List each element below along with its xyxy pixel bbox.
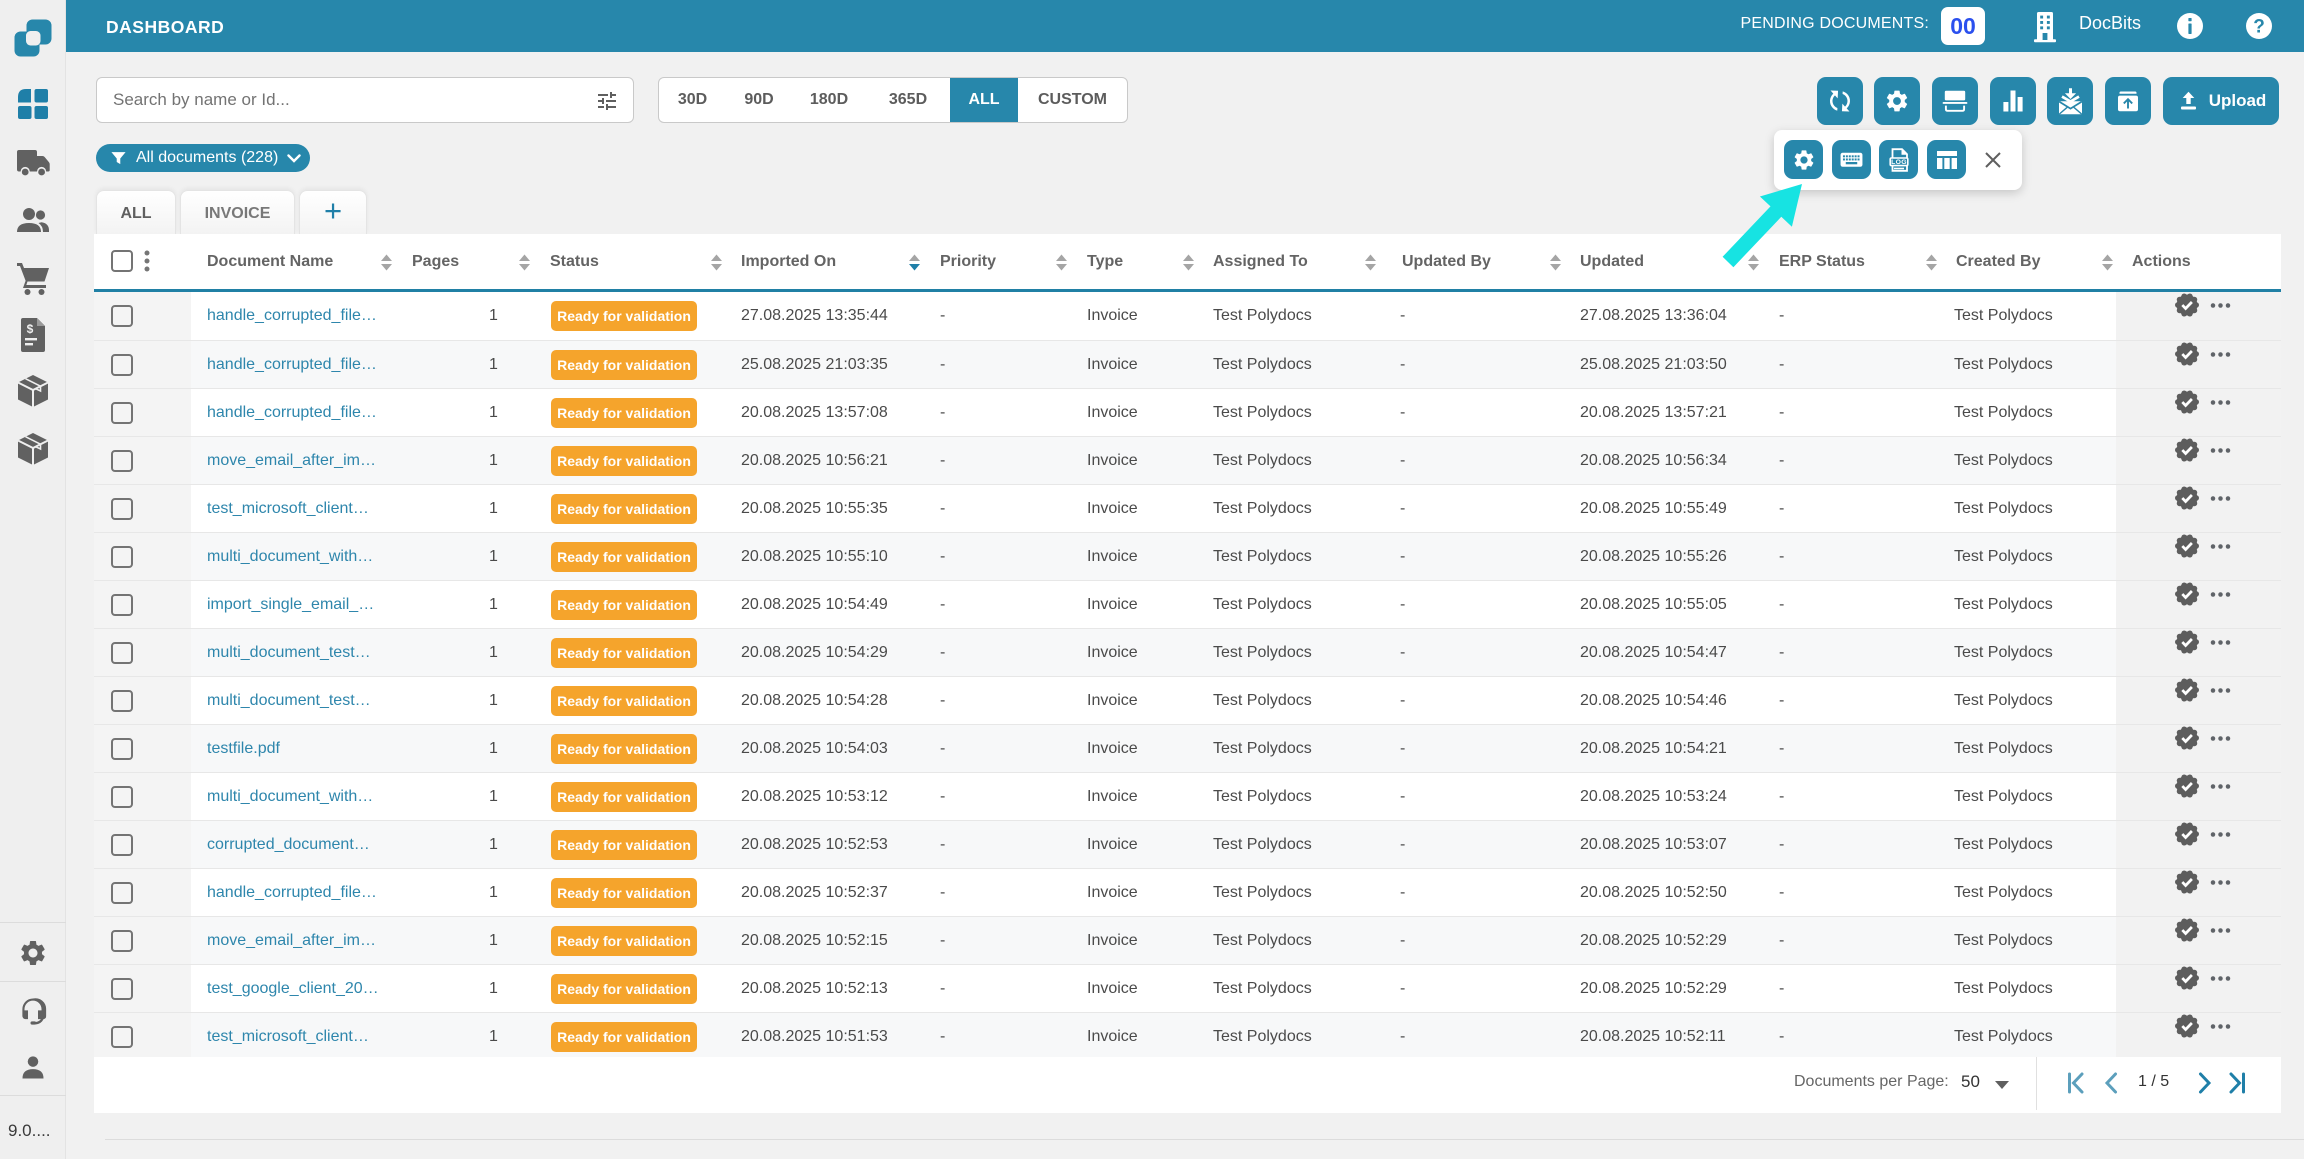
svg-text:?: ? <box>2253 17 2265 38</box>
svg-text:LOG: LOG <box>1891 159 1907 166</box>
svg-text:$: $ <box>26 322 33 336</box>
